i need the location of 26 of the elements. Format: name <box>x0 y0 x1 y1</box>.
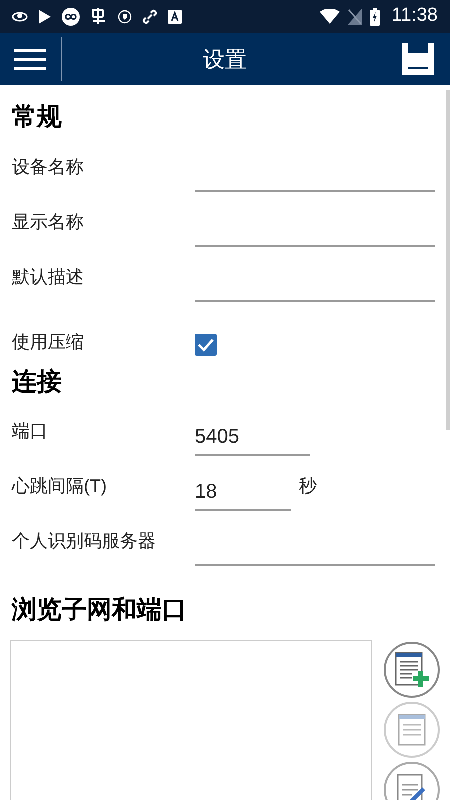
no-sim-icon <box>348 8 362 24</box>
font-icon <box>168 10 182 24</box>
section-heading: 连接 <box>11 366 63 398</box>
field-label: 端口 <box>12 420 49 443</box>
save-icon[interactable] <box>402 43 434 75</box>
wifi-icon <box>320 8 340 24</box>
section-heading: 常规 <box>11 102 63 133</box>
field-label: 个人识别码服务器 <box>12 530 157 553</box>
infinity-icon <box>62 8 80 26</box>
field-label: 设备名称 <box>12 156 85 178</box>
section-heading: 浏览子网和端口 <box>10 595 188 626</box>
play-icon <box>38 8 52 24</box>
field-label: 使用压缩 <box>12 330 85 354</box>
link-icon <box>142 8 158 24</box>
battery-icon <box>370 8 380 26</box>
unit-label: 秒 <box>299 475 317 498</box>
screen-title: 设置 <box>203 46 247 74</box>
add-list-icon[interactable] <box>384 642 440 698</box>
checkbox[interactable] <box>195 334 217 356</box>
field-label: 心跳间隔(T) <box>12 475 108 498</box>
input-field[interactable]: 18 <box>195 477 291 511</box>
field-label: 显示名称 <box>12 210 85 234</box>
clock-time: 11:38 <box>392 4 438 28</box>
shield-icon <box>118 10 132 24</box>
field-label: 默认描述 <box>12 266 85 288</box>
input-field[interactable]: 5405 <box>195 422 310 456</box>
